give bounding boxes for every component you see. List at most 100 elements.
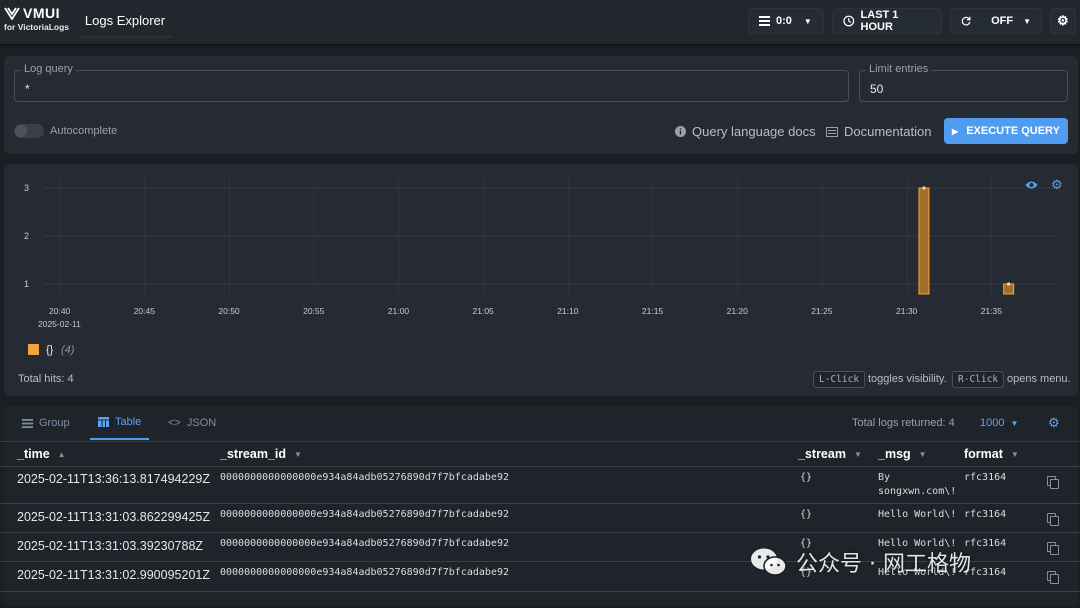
vmui-logo[interactable]: VMUI for VictoriaLogs [4,5,74,39]
list-icon [22,418,33,428]
legend-series-name[interactable]: {} [46,344,53,356]
chevron-down-icon: ▼ [803,16,812,26]
chart-settings-gear-icon[interactable]: ⚙ [1051,177,1063,193]
column-header-stream-id[interactable]: _stream_id ▼ [220,447,302,461]
y-tick-label: 2 [24,231,29,241]
log-query-label: Log query [21,63,76,75]
copy-icon[interactable] [1047,542,1059,555]
watermark-text: 公众号 · 网工格物 [796,552,971,577]
hits-chart[interactable]: 1 2 3 20:40 20:45 20:50 20:55 21:00 21:05 21:10 21… [8,166,1078,396]
cell-time: 2025-02-11T13:31:02.990095201Z [17,568,210,582]
logo-subtitle: for VictoriaLogs [4,22,70,32]
code-icon: <> [168,417,181,429]
copy-icon[interactable] [1047,571,1059,584]
log-query-input[interactable]: * [25,82,30,96]
documentation-link[interactable]: Documentation [826,124,931,139]
column-stream-id-label: _stream_id [220,447,287,461]
total-logs-returned: Total logs returned: 4 [852,417,955,429]
y-tick-label: 1 [24,279,29,289]
info-icon [675,126,686,137]
table-settings-gear-icon[interactable]: ⚙ [1048,415,1060,431]
copy-icon[interactable] [1047,513,1059,526]
sort-icon: ▼ [918,449,927,459]
tenant-selector[interactable]: 0:0 ▼ [748,8,824,34]
book-icon [826,126,838,137]
column-header-stream[interactable]: _stream ▼ [798,447,862,461]
sort-icon: ▼ [853,449,862,459]
rows-limit-selector[interactable]: 1000 ▼ [980,417,1018,429]
x-tick-label: 21:00 [388,306,410,316]
play-icon: ▶ [952,126,959,136]
sort-icon: ▼ [1010,449,1019,459]
tab-group[interactable]: Group [22,406,70,440]
cell-stream-id: 0000000000000000e934a84adb05276890d7f7bf… [220,567,509,578]
column-header-time[interactable]: _time ▲ [17,447,66,461]
y-tick-label: 3 [24,183,29,193]
cell-msg-cont: songxwn.com\! [878,486,957,497]
eye-icon[interactable] [1025,180,1038,190]
sort-asc-icon: ▲ [57,449,66,459]
cell-stream-id: 0000000000000000e934a84adb05276890d7f7bf… [220,538,509,549]
rows-limit-value: 1000 [980,417,1005,429]
execute-query-label: EXECUTE QUERY [966,125,1060,137]
tab-logs-explorer[interactable]: Logs Explorer [78,4,172,38]
cell-msg: By [878,472,891,483]
settings-button[interactable]: ⚙ [1050,8,1076,34]
r-click-key: R-Click [952,371,1005,388]
x-tick-label: 21:10 [557,306,579,316]
column-format-label: format [964,447,1003,461]
bar-point [922,186,926,190]
sort-icon: ▼ [294,449,302,459]
autocomplete-toggle[interactable] [14,124,44,138]
x-tick-label: 21:25 [811,306,833,316]
gear-icon: ⚙ [1057,13,1069,28]
time-range-button[interactable]: LAST 1 HOUR [832,8,942,34]
cell-time: 2025-02-11T13:36:13.817494229Z [17,472,210,486]
refresh-selector[interactable]: OFF ▼ [950,8,1042,34]
tab-json[interactable]: <> JSON [168,406,216,440]
x-tick-label: 20:45 [134,306,156,316]
refresh-value: OFF [991,15,1014,27]
column-stream-label: _stream [798,447,846,461]
column-header-format[interactable]: format ▼ [964,447,1019,461]
clock-icon [843,15,855,27]
query-panel: Log query * Limit entries 50 [4,56,1078,154]
x-tick-label: 21:30 [896,306,918,316]
x-tick-label: 21:35 [981,306,1003,316]
execute-query-button[interactable]: ▶ EXECUTE QUERY [944,118,1068,144]
column-header-msg[interactable]: _msg ▼ [878,447,927,461]
time-range-label: LAST 1 HOUR [860,9,899,33]
log-query-field[interactable]: Log query * [14,63,849,102]
legend-swatch[interactable] [28,344,39,355]
x-date-label: 2025-02-11 [38,319,81,329]
table-row[interactable]: 2025-02-11T13:36:13.817494229Z 000000000… [0,467,1080,504]
tenant-value: 0:0 [776,15,792,27]
table-header: _time ▲ _stream_id ▼ _stream ▼ _msg ▼ format… [0,441,1080,467]
top-bar: VMUI for VictoriaLogs Logs Explorer 0:0 … [0,0,1080,44]
cell-time: 2025-02-11T13:31:03.39230788Z [17,539,204,553]
limit-entries-input[interactable]: 50 [870,82,883,96]
cell-stream-id: 0000000000000000e934a84adb05276890d7f7bf… [220,472,509,483]
chevron-down-icon: ▼ [1010,419,1019,428]
cell-stream: {} [800,509,813,520]
x-tick-label: 21:20 [727,306,749,316]
logo-text: VMUI [23,5,60,21]
watermark: 公众号 · 网工格物 [750,546,971,578]
cell-stream-id: 0000000000000000e934a84adb05276890d7f7bf… [220,509,509,520]
tab-group-label: Group [39,417,70,429]
total-hits: Total hits: 4 [18,373,74,385]
column-msg-label: _msg [878,447,911,461]
cell-time: 2025-02-11T13:31:03.862299425Z [17,510,210,524]
table-row[interactable]: 2025-02-11T13:31:03.862299425Z 000000000… [0,504,1080,533]
autocomplete-label: Autocomplete [50,125,118,137]
l-click-key: L-Click [813,371,866,388]
wechat-icon [751,548,787,576]
tab-table[interactable]: Table [90,406,150,440]
copy-icon[interactable] [1047,476,1059,489]
victoria-logo-icon [4,7,20,20]
query-docs-link[interactable]: Query language docs [675,124,816,139]
x-tick-label: 20:40 [49,306,71,316]
limit-entries-label: Limit entries [866,63,932,75]
limit-entries-field[interactable]: Limit entries 50 [859,63,1068,102]
tab-table-label: Table [115,416,142,428]
